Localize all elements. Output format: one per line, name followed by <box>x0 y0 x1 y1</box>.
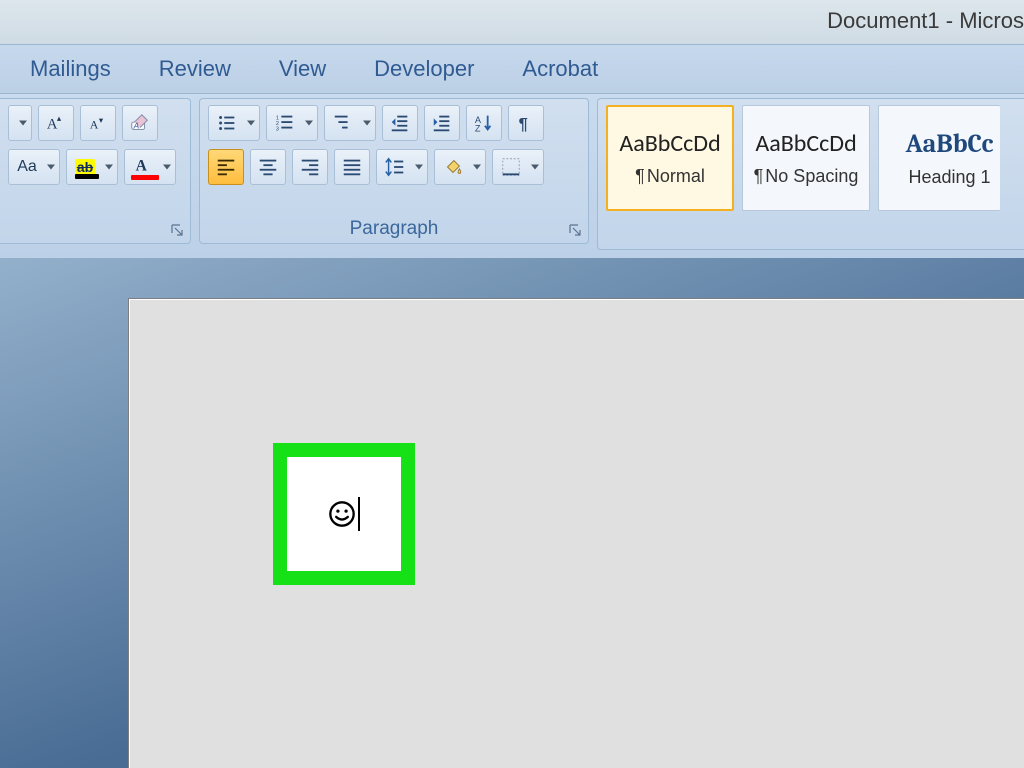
grow-font-button[interactable]: A ▴ <box>38 105 74 141</box>
multilevel-icon <box>332 112 354 134</box>
tutorial-highlight <box>273 443 415 585</box>
change-case-label: Aa <box>17 158 37 176</box>
clear-formatting-button[interactable]: A <box>122 105 158 141</box>
style-no-spacing[interactable]: AaBbCcDd ¶No Spacing <box>742 105 870 211</box>
paint-bucket-icon <box>442 156 464 178</box>
text-cursor <box>358 497 360 531</box>
ribbon-group-styles: AaBbCcDd ¶Normal AaBbCcDd ¶No Spacing Aa… <box>597 98 1024 250</box>
style-no-spacing-preview: AaBbCcDd <box>755 129 856 158</box>
grow-font-icon: A ▴ <box>45 112 67 134</box>
eraser-icon: A <box>129 112 151 134</box>
titlebar-text: Document1 - Micros <box>827 8 1024 34</box>
ribbon-tabstrip: Mailings Review View Developer Acrobat <box>0 44 1024 94</box>
justify-button[interactable] <box>334 149 370 185</box>
style-no-spacing-name: ¶No Spacing <box>754 166 859 187</box>
align-left-icon <box>215 156 237 178</box>
svg-text:A: A <box>90 118 99 132</box>
sort-icon: A Z <box>473 112 495 134</box>
word-window: Document1 - Micros Mailings Review View … <box>0 0 1024 768</box>
sort-button[interactable]: A Z <box>466 105 502 141</box>
shading-button[interactable] <box>434 149 486 185</box>
shrink-font-icon: A ▾ <box>87 112 109 134</box>
bullets-icon <box>216 112 238 134</box>
document-page[interactable] <box>128 298 1024 768</box>
document-area <box>0 258 1024 768</box>
pilcrow-icon: ¶ <box>515 112 537 134</box>
bullets-button[interactable] <box>208 105 260 141</box>
svg-text:▾: ▾ <box>99 116 103 125</box>
highlight-color-button[interactable]: ab <box>66 149 118 185</box>
ribbon-group-font: A ▴ A ▾ A <box>0 98 191 244</box>
inserted-symbol-wrap <box>328 497 360 531</box>
paragraph-group-label: Paragraph <box>350 218 439 240</box>
justify-icon <box>341 156 363 178</box>
tab-view[interactable]: View <box>279 56 326 82</box>
show-hide-paragraph-button[interactable]: ¶ <box>508 105 544 141</box>
ribbon-group-paragraph: 1 2 3 <box>199 98 589 244</box>
tab-mailings[interactable]: Mailings <box>30 56 111 82</box>
numbering-icon: 1 2 3 <box>274 112 296 134</box>
style-heading1-preview: AaBbCc <box>906 129 994 159</box>
style-normal-preview: AaBbCcDd <box>619 129 720 158</box>
svg-text:3: 3 <box>276 126 279 132</box>
multilevel-list-button[interactable] <box>324 105 376 141</box>
svg-text:A: A <box>136 158 148 175</box>
style-heading1[interactable]: AaBbCc Heading 1 <box>878 105 1000 211</box>
highlight-label: ab <box>75 159 95 175</box>
align-left-button[interactable] <box>208 149 244 185</box>
tab-developer[interactable]: Developer <box>374 56 474 82</box>
change-case-button[interactable]: Aa <box>8 149 60 185</box>
align-center-button[interactable] <box>250 149 286 185</box>
style-normal-name: ¶Normal <box>635 166 705 187</box>
line-spacing-icon <box>384 156 406 178</box>
svg-text:▴: ▴ <box>57 114 61 123</box>
svg-text:A: A <box>133 122 140 131</box>
font-group-launcher[interactable] <box>170 223 184 237</box>
tab-review[interactable]: Review <box>159 56 231 82</box>
ribbon: A ▴ A ▾ A <box>0 94 1024 261</box>
titlebar: Document1 - Micros <box>0 0 1024 44</box>
style-normal[interactable]: AaBbCcDd ¶Normal <box>606 105 734 211</box>
font-size-dropdown[interactable] <box>8 105 32 141</box>
shrink-font-button[interactable]: A ▾ <box>80 105 116 141</box>
font-color-button[interactable]: A <box>124 149 176 185</box>
decrease-indent-button[interactable] <box>382 105 418 141</box>
increase-indent-icon <box>431 112 453 134</box>
increase-indent-button[interactable] <box>424 105 460 141</box>
line-spacing-button[interactable] <box>376 149 428 185</box>
align-center-icon <box>257 156 279 178</box>
borders-button[interactable] <box>492 149 544 185</box>
smiley-icon <box>328 500 356 528</box>
style-heading1-name: Heading 1 <box>908 167 990 188</box>
align-right-button[interactable] <box>292 149 328 185</box>
align-right-icon <box>299 156 321 178</box>
borders-icon <box>500 156 522 178</box>
tab-acrobat[interactable]: Acrobat <box>522 56 598 82</box>
numbering-button[interactable]: 1 2 3 <box>266 105 318 141</box>
decrease-indent-icon <box>389 112 411 134</box>
paragraph-group-launcher[interactable] <box>568 223 582 237</box>
svg-text:Z: Z <box>475 123 481 133</box>
svg-text:¶: ¶ <box>519 115 528 133</box>
